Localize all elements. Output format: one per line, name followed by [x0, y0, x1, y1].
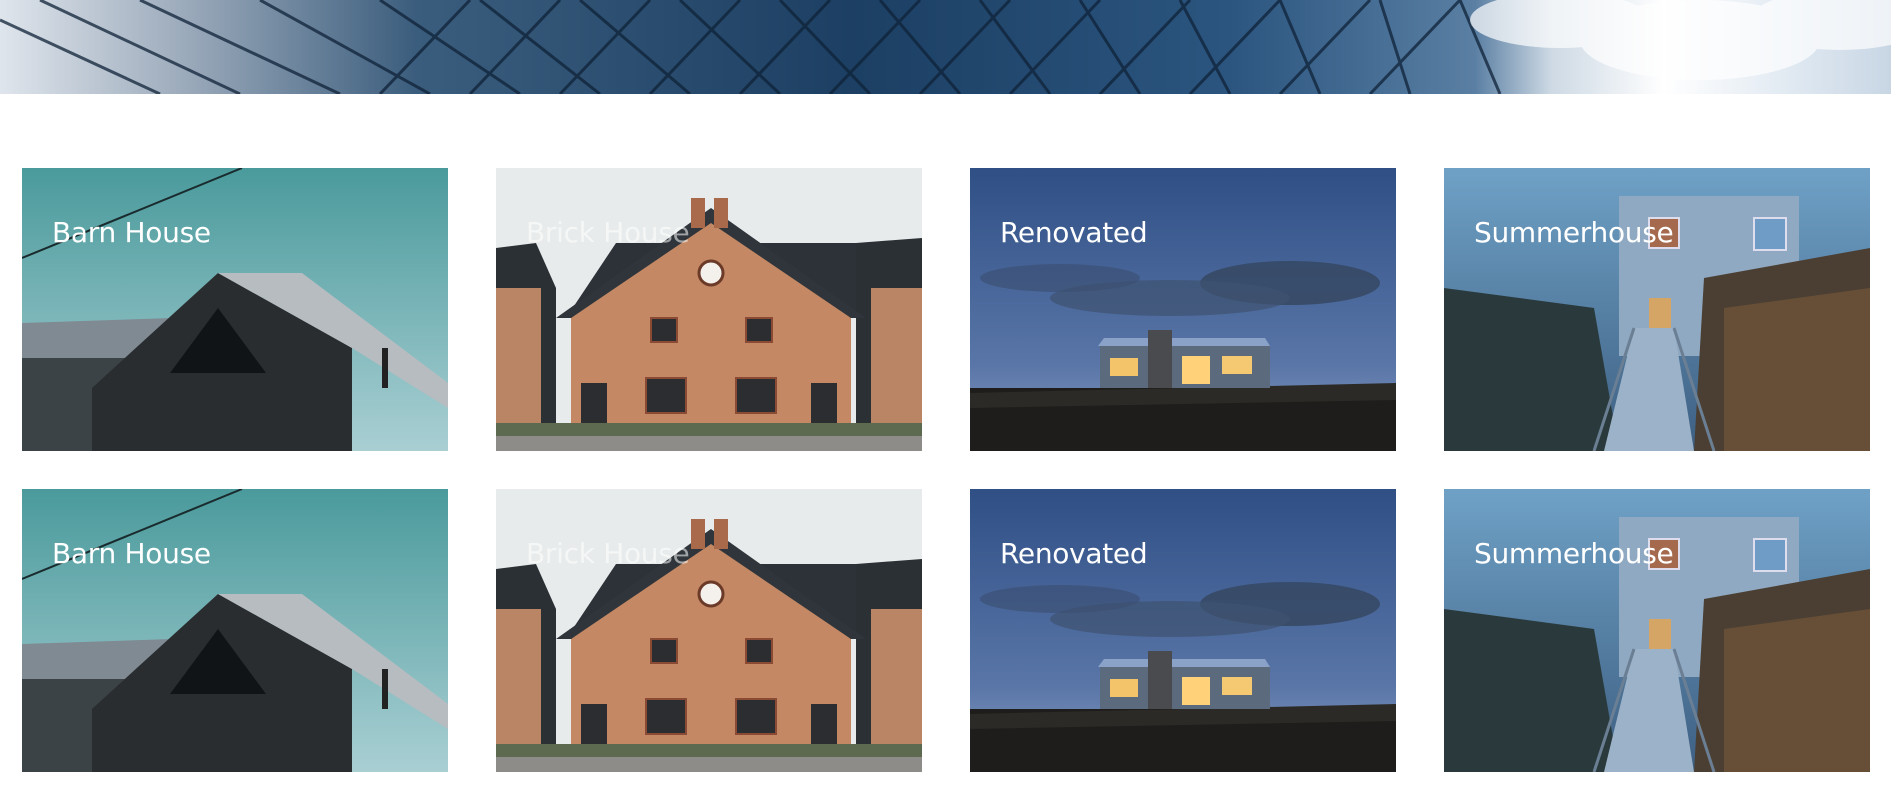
card-title: Barn House: [52, 537, 211, 570]
card-title: Renovated: [1000, 216, 1148, 249]
barn-house-photo: [22, 168, 448, 451]
glass-facade-pattern: [0, 0, 1891, 94]
card-title: Summerhouse: [1474, 537, 1674, 570]
renovated-house-photo: [970, 489, 1396, 772]
header-banner-image: [0, 0, 1891, 94]
renovated-house-photo: [970, 168, 1396, 451]
card-title: Renovated: [1000, 537, 1148, 570]
card-title: Summerhouse: [1474, 216, 1674, 249]
property-card[interactable]: Barn House: [22, 168, 448, 451]
property-card[interactable]: Renovated: [970, 168, 1396, 451]
card-title: Barn House: [52, 216, 211, 249]
property-card[interactable]: Renovated: [970, 489, 1396, 772]
card-title: Brick House: [526, 537, 690, 570]
brick-house-photo: [496, 489, 922, 772]
property-card[interactable]: Summerhouse: [1444, 489, 1870, 772]
property-card[interactable]: Barn House: [22, 489, 448, 772]
property-card[interactable]: Summerhouse: [1444, 168, 1870, 451]
barn-house-photo: [22, 489, 448, 772]
property-grid: Barn House Brick House Renovated Summerh…: [22, 168, 1870, 772]
property-card[interactable]: Brick House: [496, 168, 922, 451]
card-title: Brick House: [526, 216, 690, 249]
summerhouse-photo: [1444, 489, 1870, 772]
brick-house-photo: [496, 168, 922, 451]
summerhouse-photo: [1444, 168, 1870, 451]
property-card[interactable]: Brick House: [496, 489, 922, 772]
